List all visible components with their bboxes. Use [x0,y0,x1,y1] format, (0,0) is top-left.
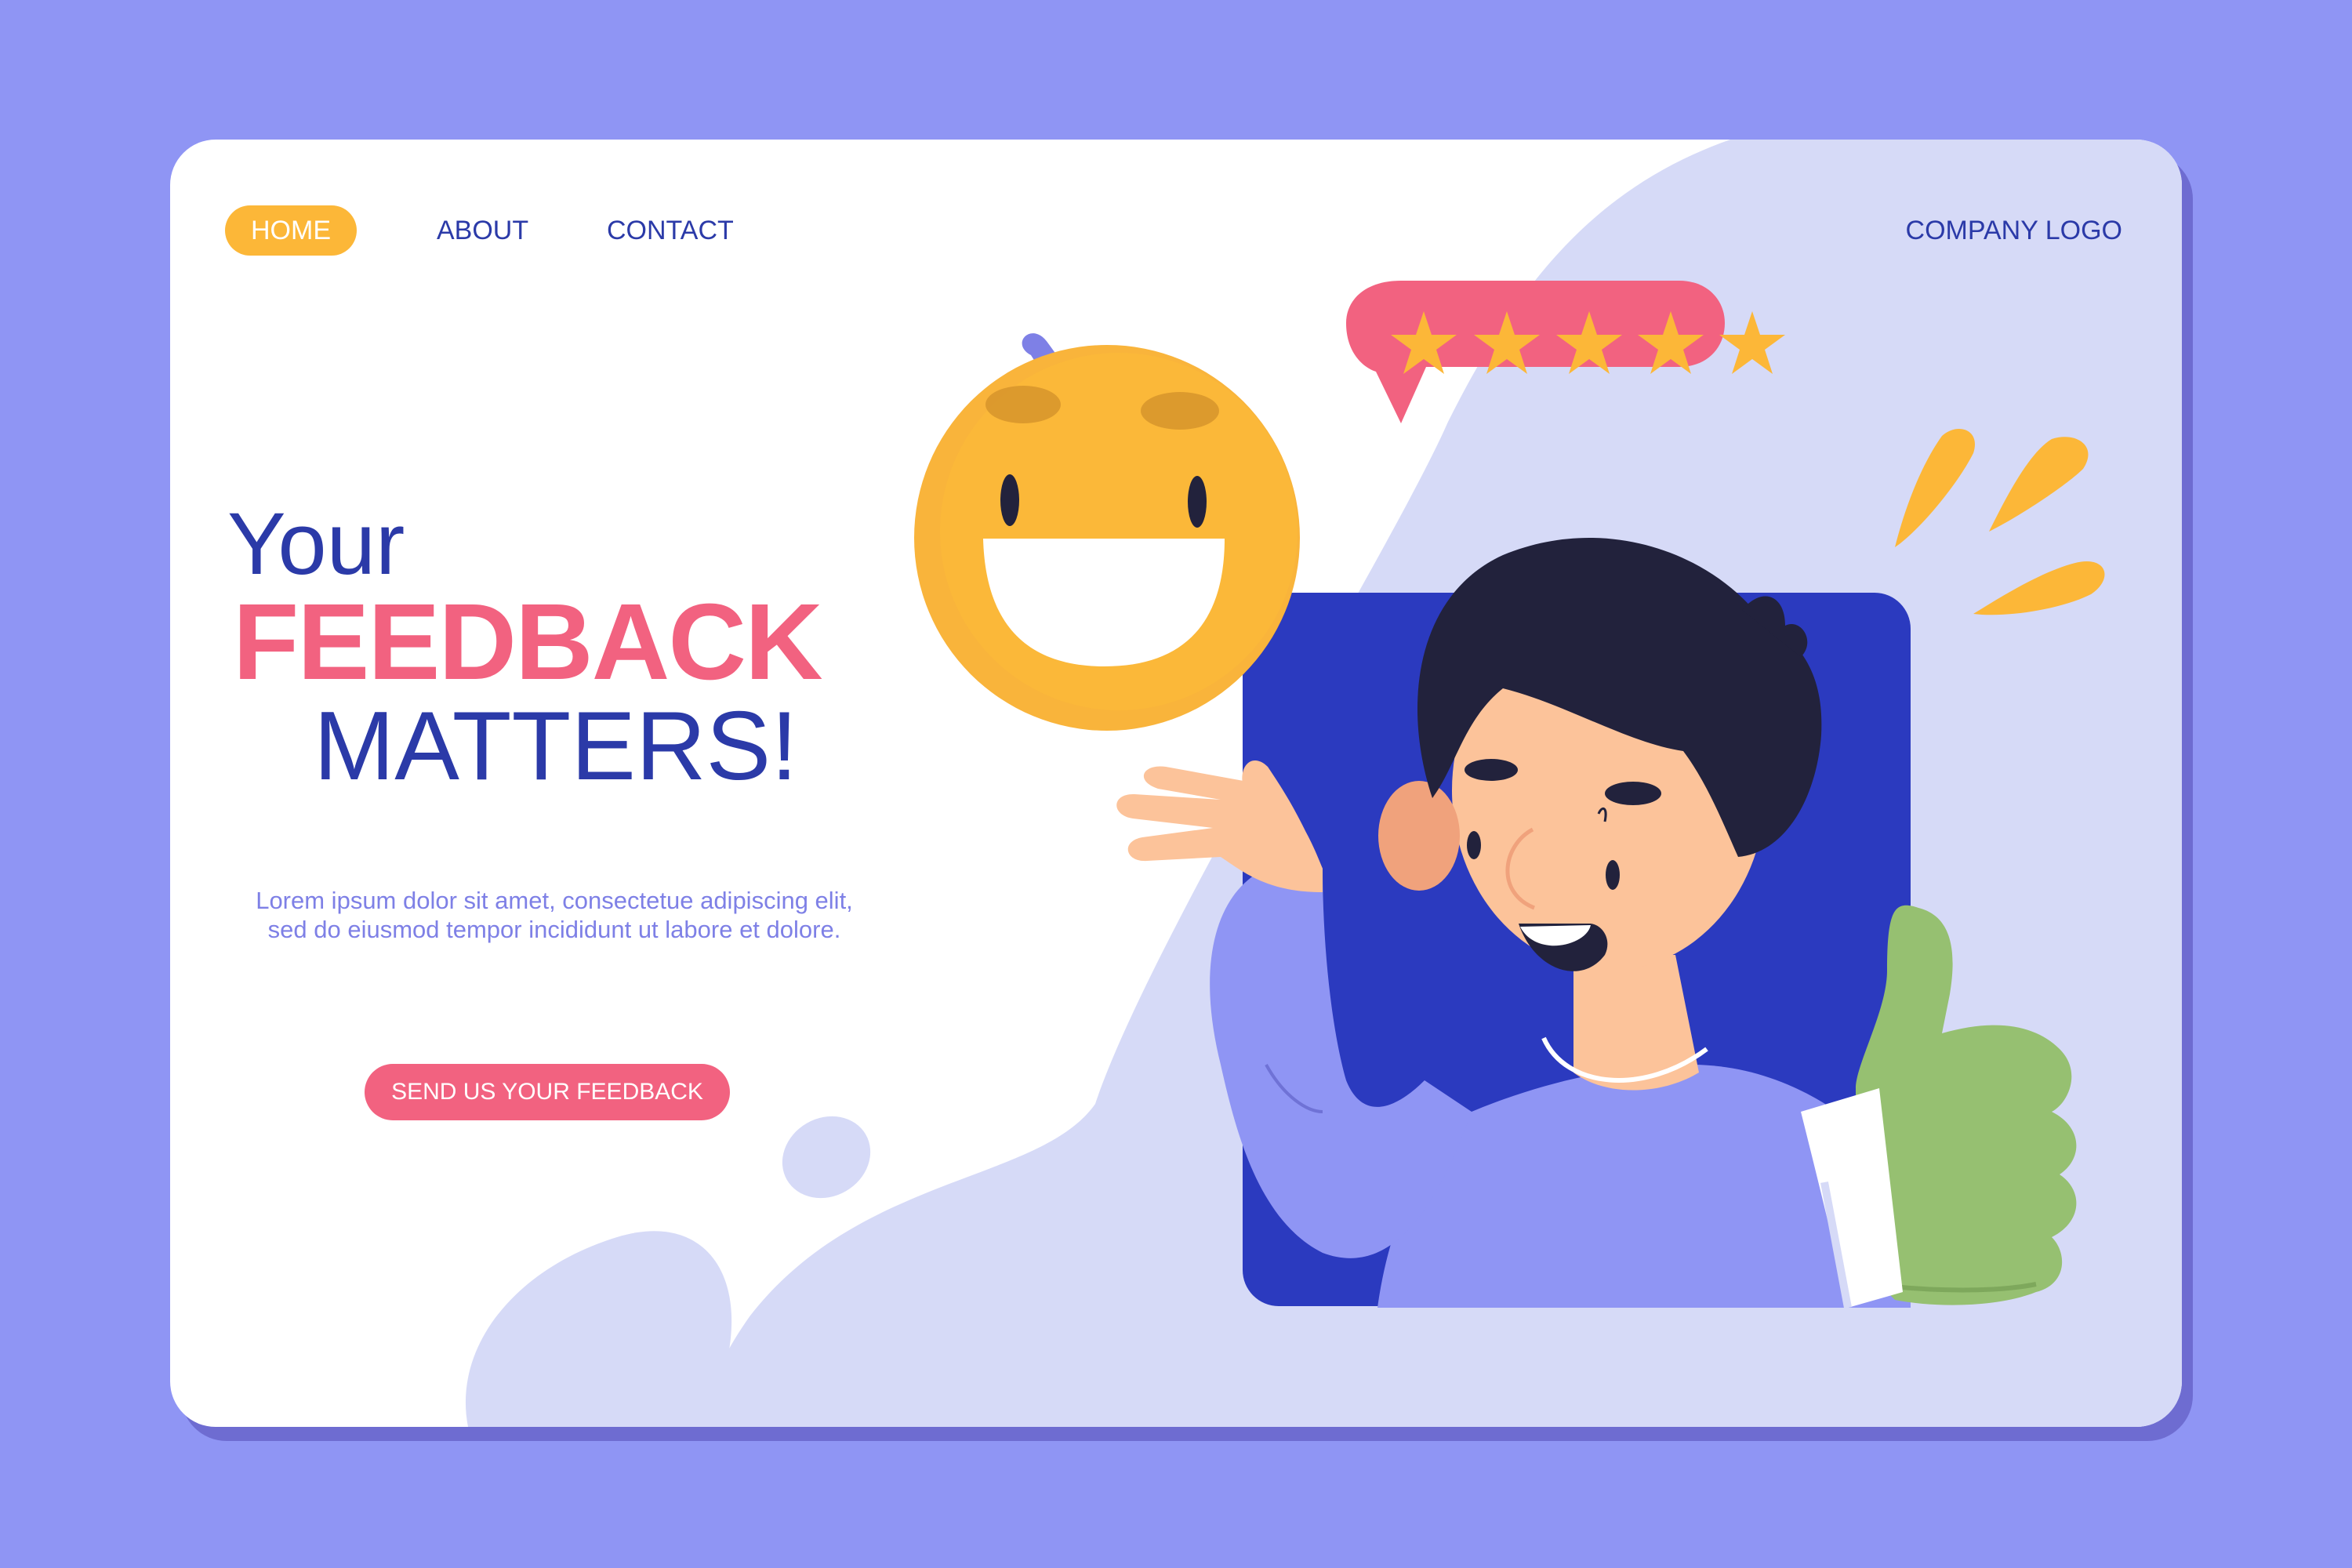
character-ear-left [1378,781,1460,891]
eyebrow-right [1605,782,1661,805]
landing-card: HOME ABOUT CONTACT COMPANY LOGO Your FEE… [170,140,2182,1427]
nav-contact-link[interactable]: CONTACT [607,205,734,256]
eyebrow-left [1465,759,1518,781]
hero-description: Lorem ipsum dolor sit amet, consectetue … [256,887,853,944]
eye-right [1606,860,1620,890]
top-navigation: HOME ABOUT CONTACT COMPANY LOGO [170,140,2182,328]
send-feedback-button[interactable]: SEND US YOUR FEEDBACK [365,1064,730,1120]
company-logo[interactable]: COMPANY LOGO [1906,205,2122,256]
nav-about-link[interactable]: ABOUT [437,205,528,256]
smiley-emoji-icon [914,345,1300,731]
background-blob-small [782,1116,871,1199]
nav-home-button[interactable]: HOME [225,205,357,256]
hero-title-line-3: MATTERS! [314,692,798,800]
eye-left [1467,831,1481,859]
background-blob-left [465,1231,732,1427]
hero-title-line-1: Your [227,495,405,593]
hero-title-line-2: FEEDBACK [233,582,823,702]
